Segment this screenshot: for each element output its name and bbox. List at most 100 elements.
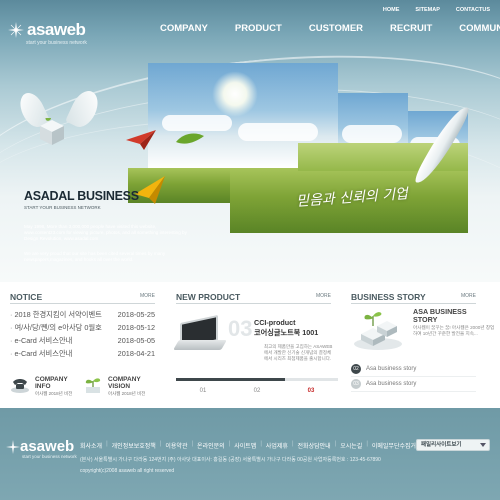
- new-product-more-link[interactable]: MORE: [316, 293, 331, 299]
- content-area: NOTICE MORE 2018 한경지킴이 서약이벤트 2018-05-25 …: [0, 282, 500, 408]
- notice-title: NOTICE: [10, 292, 43, 302]
- notice-item-date: 2018-05-25: [117, 310, 155, 319]
- footer-link[interactable]: 회사소개: [80, 441, 102, 450]
- yellow-paper-plane-icon: [135, 176, 165, 204]
- util-link-contactus[interactable]: CONTACTUS: [456, 7, 490, 13]
- business-story-header: BUSINESS STORY MORE: [351, 290, 476, 304]
- footer-link[interactable]: 온라인문의: [197, 441, 225, 450]
- green-leaf-icon: [176, 133, 204, 144]
- footer-link[interactable]: 오시는길: [340, 441, 362, 450]
- story-list-item[interactable]: 03 Asa business story: [351, 377, 476, 392]
- footer-link[interactable]: 이용약관: [165, 441, 187, 450]
- notice-item[interactable]: 여/사/당/쪤/의 e아사당 0월호 2018-05-12: [10, 321, 155, 334]
- business-story-section: BUSINESS STORY MORE ASA BUSINESS STORY 아…: [351, 282, 494, 408]
- red-paper-plane-icon: [126, 130, 156, 150]
- winged-cube-icon: [40, 118, 64, 145]
- footer-address: (본사) 서울특별시 가나구 다라동 124번지 (주) 아사닷 대표이사: 홍…: [80, 457, 381, 463]
- hero-banner: asaweb start your business network HOME …: [0, 0, 500, 282]
- notice-item-title: 2018 한경지킴이 서약이벤트: [10, 310, 101, 320]
- product-page-02[interactable]: 02: [254, 388, 261, 394]
- story-list: 02 Asa business story 03 Asa business st…: [351, 362, 476, 392]
- nav-company[interactable]: COMPANY: [160, 23, 208, 34]
- notice-section: NOTICE MORE 2018 한경지킴이 서약이벤트 2018-05-25 …: [10, 282, 155, 408]
- nav-recruit[interactable]: RECRUIT: [390, 23, 432, 34]
- product-page-01[interactable]: 01: [200, 388, 207, 394]
- footer-copyright: copyright(c)2008 asaweb all right reserv…: [80, 468, 175, 474]
- nav-customer[interactable]: CUSTOMER: [309, 23, 363, 34]
- notice-header: NOTICE MORE: [10, 290, 155, 304]
- footer: asaweb start your business network 회사소개 |…: [0, 408, 500, 500]
- sun-image: [212, 71, 258, 117]
- nav-product[interactable]: PRODUCT: [235, 23, 282, 34]
- notice-item-date: 2018-05-12: [117, 323, 155, 332]
- company-vision-sub: 아사웹 2018년 비전: [108, 391, 146, 396]
- new-product-section: NEW PRODUCT MORE 03 CCI-product 코어싱글노트북 …: [173, 282, 338, 408]
- story-list-label: Asa business story: [366, 366, 417, 372]
- cloud-image: [342, 125, 402, 143]
- family-site-select[interactable]: 패밀리사이트보기: [416, 439, 490, 451]
- product-pagination: 01 02 03: [176, 388, 338, 394]
- business-story-more-link[interactable]: MORE: [461, 293, 476, 299]
- util-link-home[interactable]: HOME: [383, 7, 400, 13]
- phone-icon: [11, 379, 29, 393]
- nav-community[interactable]: COMMUNITY: [459, 23, 500, 34]
- laptop-base-image: [173, 340, 227, 350]
- footer-logo-tagline: start your business network: [22, 454, 77, 459]
- product-name-block[interactable]: CCI-product 코어싱글노트북 1001: [254, 318, 318, 338]
- cloud-image: [162, 115, 232, 131]
- main-nav: COMPANY PRODUCT CUSTOMER RECRUIT COMMUNI…: [160, 23, 500, 34]
- notice-item-date: 2018-04-21: [117, 349, 155, 358]
- company-info-link[interactable]: COMPANY INFO 아사웹 2018년 비전: [10, 374, 80, 400]
- footer-link[interactable]: 개인정보보호정책: [112, 441, 156, 450]
- business-story-image[interactable]: [353, 304, 403, 352]
- company-info-title: COMPANY INFO: [35, 376, 68, 390]
- notice-more-link[interactable]: MORE: [140, 293, 155, 299]
- company-vision-link[interactable]: COMPANY VISION 아사웹 2018년 비전: [83, 374, 155, 400]
- footer-links: 회사소개 | 개인정보보호정책 | 이용약관 | 온라인문의 | 사이트맵 | 사업제휴 |…: [80, 441, 422, 450]
- product-name: CCI-product: [254, 318, 296, 327]
- footer-logo[interactable]: asaweb: [6, 438, 74, 455]
- notice-item-title: e-Card 서비스안내: [10, 336, 72, 346]
- business-story-title: BUSINESS STORY: [351, 292, 426, 302]
- new-product-title: NEW PRODUCT: [176, 292, 241, 302]
- logo[interactable]: asaweb: [8, 20, 86, 40]
- sprout-icon: [85, 378, 101, 393]
- notice-item[interactable]: e-Card 서비스안내 2018-05-05: [10, 334, 155, 347]
- footer-logo-text: asaweb: [20, 438, 75, 455]
- story-list-item[interactable]: 02 Asa business story: [351, 362, 476, 377]
- utility-nav: HOME SITEMAP CONTACTUS: [383, 7, 490, 13]
- footer-link[interactable]: 전화상담안내: [298, 441, 331, 450]
- footer-link[interactable]: 사이트맵: [234, 441, 256, 450]
- product-progress-fill: [176, 378, 285, 381]
- chevron-down-icon: [480, 443, 486, 447]
- notice-item[interactable]: e-Card 서비스안내 2018-04-21: [10, 347, 155, 360]
- notice-list: 2018 한경지킴이 서약이벤트 2018-05-25 여/사/당/쪤/의 e아…: [10, 308, 155, 360]
- notice-item-title: e-Card 서비스안내: [10, 349, 72, 359]
- brand-title: ASADAL BUSINESS: [24, 189, 139, 203]
- product-page-03[interactable]: 03: [308, 388, 315, 394]
- product-progress-bar: [176, 378, 338, 381]
- story-description: 아사웹이 꿈꾸는 꿈! 아사웹은 2000년 창업하여 10년간 꾸준한 발전을…: [413, 325, 495, 336]
- notice-item-title: 여/사/당/쪤/의 e아사당 0월호: [10, 323, 101, 333]
- story-title[interactable]: ASA BUSINESS STORY: [413, 308, 476, 324]
- footer-link[interactable]: 사업제휴: [266, 441, 288, 450]
- brand-subtitle: START YOUR BUSINESS NETWORK: [24, 205, 101, 210]
- brand-description-2: We are very proud that our site has been…: [24, 251, 166, 262]
- notice-item[interactable]: 2018 한경지킴이 서약이벤트 2018-05-25: [10, 308, 155, 321]
- footer-link[interactable]: 이메일무단수집거부: [372, 441, 422, 450]
- brand-description: May 1998, More than 3,000,000 people hav…: [24, 224, 187, 241]
- new-product-header: NEW PRODUCT MORE: [176, 290, 331, 304]
- star-logo-icon: [6, 439, 20, 454]
- company-info-sub: 아사웹 2018년 비전: [35, 391, 73, 396]
- product-number: 03: [228, 316, 253, 341]
- family-site-label: 패밀리사이트보기: [421, 442, 462, 448]
- product-subtitle: 코어싱글노트북 1001: [254, 328, 319, 337]
- story-list-label: Asa business story: [366, 381, 417, 387]
- logo-tagline: start your business network: [26, 40, 87, 46]
- star-logo-icon: [8, 22, 24, 38]
- product-description: 최고의 제품만을 고집하는 ASAWEB에서 개발한 신기술 신개념의 결정체에…: [264, 344, 333, 361]
- util-link-sitemap[interactable]: SITEMAP: [415, 7, 439, 13]
- notice-item-date: 2018-05-05: [117, 336, 155, 345]
- story-number-badge: 02: [351, 364, 361, 374]
- company-links: COMPANY INFO 아사웹 2018년 비전 COMPANY VISION…: [10, 374, 155, 400]
